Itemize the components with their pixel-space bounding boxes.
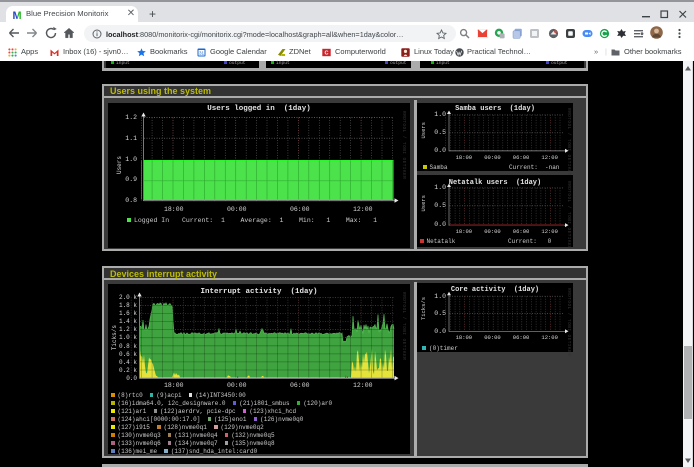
svg-text:C: C [325,50,329,56]
svg-text:31: 31 [199,51,205,56]
